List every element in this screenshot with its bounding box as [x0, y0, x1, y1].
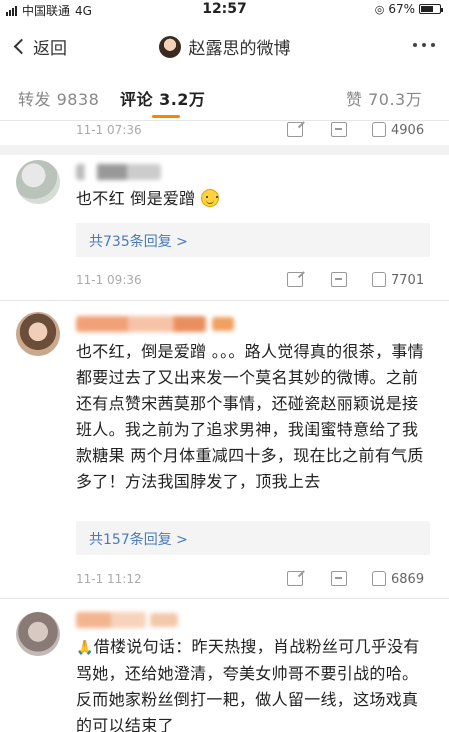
tab-repost[interactable]: 转发 9838 [18, 86, 99, 110]
comment-time: 11-1 09:36 [76, 273, 142, 287]
divider [0, 598, 449, 599]
page-title: 赵露思的微博 [188, 39, 291, 59]
reply-count-link[interactable]: 共735条回复 > [89, 231, 188, 251]
avatar[interactable] [16, 612, 60, 656]
battery-icon [419, 4, 443, 14]
comment-time: 11-1 11:12 [76, 572, 142, 586]
user-badge-blurred [150, 613, 178, 627]
like-icon[interactable] [372, 571, 386, 586]
comment-icon[interactable] [331, 571, 347, 586]
comment-body: 借楼说句话：昨天热搜，肖战粉丝可几乎没有骂她，还给她澄清，夸美女帅哥不要引战的哈… [76, 637, 420, 732]
tab-like[interactable]: 赞 70.3万 [346, 86, 422, 110]
tab-comment[interactable]: 评论 3.2万 [120, 86, 205, 110]
comment-meta-row: 11-1 07:36 4906 [0, 120, 449, 142]
like-icon[interactable] [372, 272, 386, 287]
pray-icon: 🙏 [76, 640, 94, 656]
divider [0, 300, 449, 301]
avatar[interactable] [16, 312, 60, 356]
active-tab-indicator [152, 115, 180, 118]
username-blurred[interactable] [76, 316, 206, 332]
avatar [158, 35, 181, 58]
comment-meta-row: 11-1 11:12 6869 [0, 569, 449, 591]
like-count: 4906 [391, 123, 425, 138]
battery-percent: 67% [388, 2, 415, 16]
comment-text: 🙏借楼说句话：昨天热搜，肖战粉丝可几乎没有骂她，还给她澄清，夸美女帅哥不要引战的… [76, 634, 431, 732]
status-right: ◎ 67% [374, 2, 443, 16]
reply-count-link[interactable]: 共157条回复 > [89, 529, 188, 549]
comment-separator [0, 145, 449, 155]
reply-link[interactable]: 共157条回复 > [76, 521, 430, 555]
battery-fill [421, 6, 434, 12]
share-icon[interactable] [287, 272, 303, 287]
nav-bar: 返回 赵露思的微博 [0, 22, 449, 68]
page-title-group: 赵露思的微博 [0, 34, 449, 59]
user-badge-blurred [212, 317, 234, 331]
status-bar: 中国联通 4G 12:57 ◎ 67% [0, 0, 449, 20]
alarm-icon: ◎ [374, 2, 385, 16]
comment-text: 也不红 倒是爱蹭 [76, 186, 431, 212]
comment-text: 也不红，倒是爱蹭 。。。路人觉得真的很茶，事情都要过去了又出来发一个莫名其妙的微… [76, 342, 424, 491]
username-blurred[interactable] [76, 164, 161, 180]
comment-icon[interactable] [331, 272, 347, 287]
like-count: 7701 [391, 273, 425, 288]
comment-time: 11-1 07:36 [76, 123, 142, 137]
tab-bar: 转发 9838 评论 3.2万 赞 70.3万 [0, 72, 449, 120]
avatar[interactable] [16, 160, 60, 204]
like-icon[interactable] [372, 122, 386, 137]
comment-meta-row: 11-1 09:36 7701 [0, 270, 449, 292]
smiley-icon [200, 189, 219, 207]
share-icon[interactable] [287, 122, 303, 137]
username-blurred[interactable] [76, 612, 146, 628]
more-icon[interactable] [413, 43, 435, 47]
comment-body: 也不红 倒是爱蹭 [76, 189, 201, 208]
like-count: 6869 [391, 572, 425, 587]
reply-link[interactable]: 共735条回复 > [76, 223, 430, 257]
comment-icon[interactable] [331, 122, 347, 137]
share-icon[interactable] [287, 571, 303, 586]
